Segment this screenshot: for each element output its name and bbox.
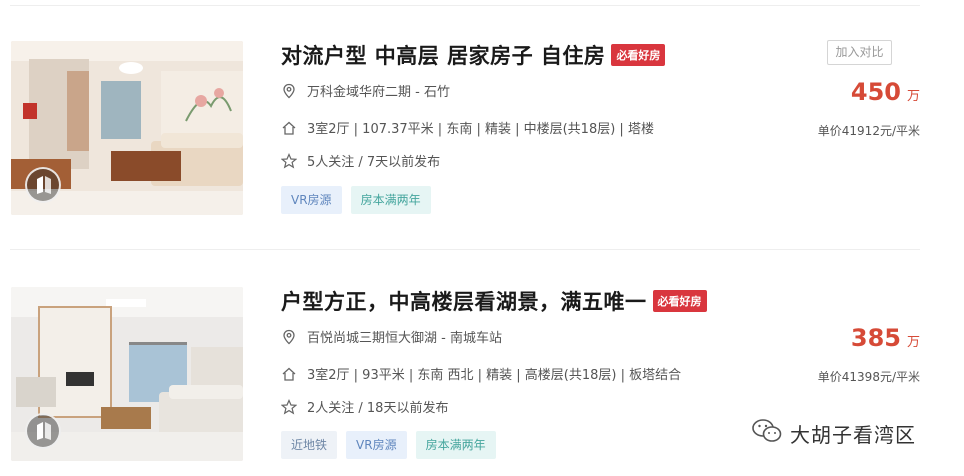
- house-details: 3室2厅 | 93平米 | 东南 西北 | 精装 | 高楼层(共18层) | 板…: [307, 368, 682, 383]
- wechat-logo-icon: [752, 418, 782, 448]
- star-outline-icon: [280, 398, 298, 415]
- unit-price: 单价41912元/平米: [817, 124, 920, 138]
- listing-photo[interactable]: [11, 41, 243, 215]
- listing-photo[interactable]: [11, 287, 243, 461]
- house-details: 3室2厅 | 107.37平米 | 东南 | 精装 | 中楼层(共18层) | …: [307, 122, 654, 137]
- location-pin-icon: [281, 329, 297, 345]
- vr-360-icon[interactable]: [25, 413, 61, 449]
- must-see-badge: 必看好房: [611, 44, 666, 66]
- location-pin-icon: [281, 83, 297, 99]
- follow-info: 2人关注 / 18天以前发布: [307, 401, 449, 416]
- community-link[interactable]: 万科金域华府二期 - 石竹: [307, 81, 450, 100]
- follow-info: 5人关注 / 7天以前发布: [307, 155, 441, 170]
- listing-title[interactable]: 户型方正，中高楼层看湖景，满五唯一: [281, 286, 647, 316]
- listing-title-row: 户型方正，中高楼层看湖景，满五唯一 必看好房: [281, 286, 707, 316]
- feature-tags: 近地铁 VR房源 房本满两年: [281, 431, 505, 459]
- feature-tags: VR房源 房本满两年: [281, 186, 440, 214]
- add-compare-button[interactable]: 加入对比: [827, 40, 892, 65]
- total-price: 450 万: [851, 78, 920, 106]
- tag-cert-2y: 房本满两年: [350, 186, 431, 214]
- follow-row: 2人关注 / 18天以前发布: [280, 397, 449, 416]
- total-price: 385 万: [851, 324, 920, 352]
- tag-near-metro: 近地铁: [281, 431, 338, 459]
- unit-price: 单价41398元/平米: [817, 370, 920, 384]
- price-unit: 万: [906, 89, 920, 104]
- community-link[interactable]: 百悦尚城三期恒大御湖 - 南城车站: [307, 327, 502, 346]
- tag-vr: VR房源: [281, 186, 342, 214]
- price-unit: 万: [906, 335, 920, 350]
- watermark-text: 大胡子看湾区: [790, 422, 916, 447]
- community-row: 万科金域华府二期 - 石竹: [281, 81, 450, 100]
- star-outline-icon: [280, 152, 298, 169]
- listing-title[interactable]: 对流户型 中高层 居家房子 自住房: [281, 40, 605, 70]
- must-see-badge: 必看好房: [652, 290, 707, 312]
- community-row: 百悦尚城三期恒大御湖 - 南城车站: [281, 327, 502, 346]
- house-icon: [281, 366, 297, 382]
- account-watermark: 大胡子看湾区: [752, 418, 916, 448]
- listing-title-row: 对流户型 中高层 居家房子 自住房 必看好房: [281, 40, 666, 70]
- listing-card[interactable]: 对流户型 中高层 居家房子 自住房 必看好房 万科金域华府二期 - 石竹 3室2…: [0, 0, 964, 230]
- house-info-row: 3室2厅 | 93平米 | 东南 西北 | 精装 | 高楼层(共18层) | 板…: [281, 364, 681, 383]
- house-info-row: 3室2厅 | 107.37平米 | 东南 | 精装 | 中楼层(共18层) | …: [281, 118, 654, 137]
- tag-vr: VR房源: [346, 431, 407, 459]
- price-value: 450: [850, 78, 901, 106]
- price-value: 385: [850, 324, 901, 352]
- house-icon: [281, 120, 297, 136]
- follow-row: 5人关注 / 7天以前发布: [280, 151, 441, 170]
- tag-cert-2y: 房本满两年: [415, 431, 496, 459]
- vr-360-icon[interactable]: [25, 167, 61, 203]
